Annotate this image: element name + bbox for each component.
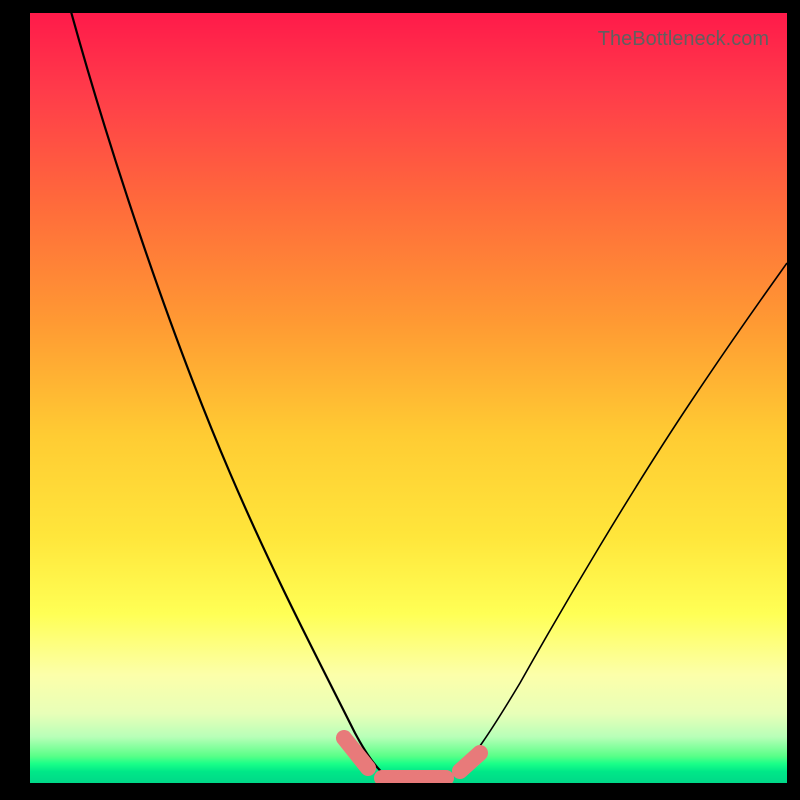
curves-svg: [30, 13, 787, 783]
left-curve: [70, 13, 385, 775]
marker-right-rise: [460, 753, 480, 771]
chart-container: TheBottleneck.com: [0, 0, 800, 800]
plot-area: TheBottleneck.com: [30, 13, 787, 783]
right-curve: [455, 263, 787, 775]
marker-left-descent: [344, 738, 368, 768]
